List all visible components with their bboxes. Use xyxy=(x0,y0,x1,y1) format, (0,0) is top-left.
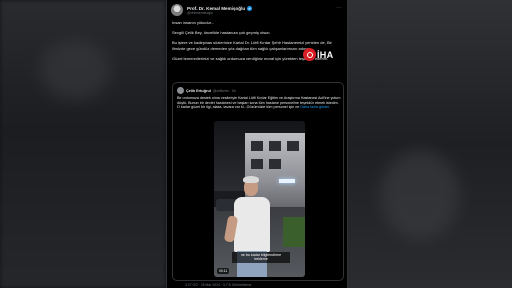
agency-watermark: İHA xyxy=(303,48,333,61)
tweet-paragraph: Sevgili Çelik Bey, öncelikle hastanıza ç… xyxy=(172,30,271,36)
quoted-author-handle[interactable]: @celikertu · 6h xyxy=(213,89,236,93)
backdrop-blob xyxy=(40,40,110,100)
quoted-tweet[interactable]: Çelik Ertuğrul @celikertu · 6h Bir ordum… xyxy=(172,82,344,281)
video-player[interactable]: ne bu kadar bilgilendirme bekleme 00:11 xyxy=(214,121,305,277)
author-block: Prof. Dr. Kemal Memişoğlu @drkmemisoglu xyxy=(187,5,253,15)
video-caption: ne bu kadar bilgilendirme bekleme xyxy=(232,252,290,263)
video-person-hair xyxy=(243,176,259,183)
watermark-logo-icon xyxy=(303,48,316,61)
backdrop-blob xyxy=(380,150,460,240)
quoted-avatar[interactable] xyxy=(177,87,184,94)
more-options-icon[interactable]: ··· xyxy=(336,5,342,11)
video-person-body xyxy=(234,197,270,252)
quoted-text: Bir ordumuza destek olma vesileriyle Kar… xyxy=(177,96,341,110)
video-grass xyxy=(283,217,305,247)
video-sign-light xyxy=(279,179,295,183)
avatar[interactable] xyxy=(171,4,183,16)
quoted-author-name[interactable]: Çelik Ertuğrul xyxy=(186,89,211,93)
video-duration: 00:11 xyxy=(217,268,230,274)
watermark-text: İHA xyxy=(317,49,334,60)
quoted-header: Çelik Ertuğrul @celikertu · 6h xyxy=(177,87,236,94)
show-more-link[interactable]: Daha fazla göster xyxy=(300,105,329,109)
backdrop-right xyxy=(348,0,512,288)
tweet-card[interactable]: Prof. Dr. Kemal Memişoğlu @drkmemisoglu … xyxy=(166,0,348,288)
tweet-header: Prof. Dr. Kemal Memişoğlu @drkmemisoglu xyxy=(171,4,253,16)
author-handle[interactable]: @drkmemisoglu xyxy=(187,11,252,15)
tweet-timestamp[interactable]: 3:27 ÖÖ · 25 Mar 2024 · 3,7 B Görüntülem… xyxy=(185,283,251,287)
tweet-paragraph: İnsan insanın yükudur... xyxy=(172,20,215,25)
